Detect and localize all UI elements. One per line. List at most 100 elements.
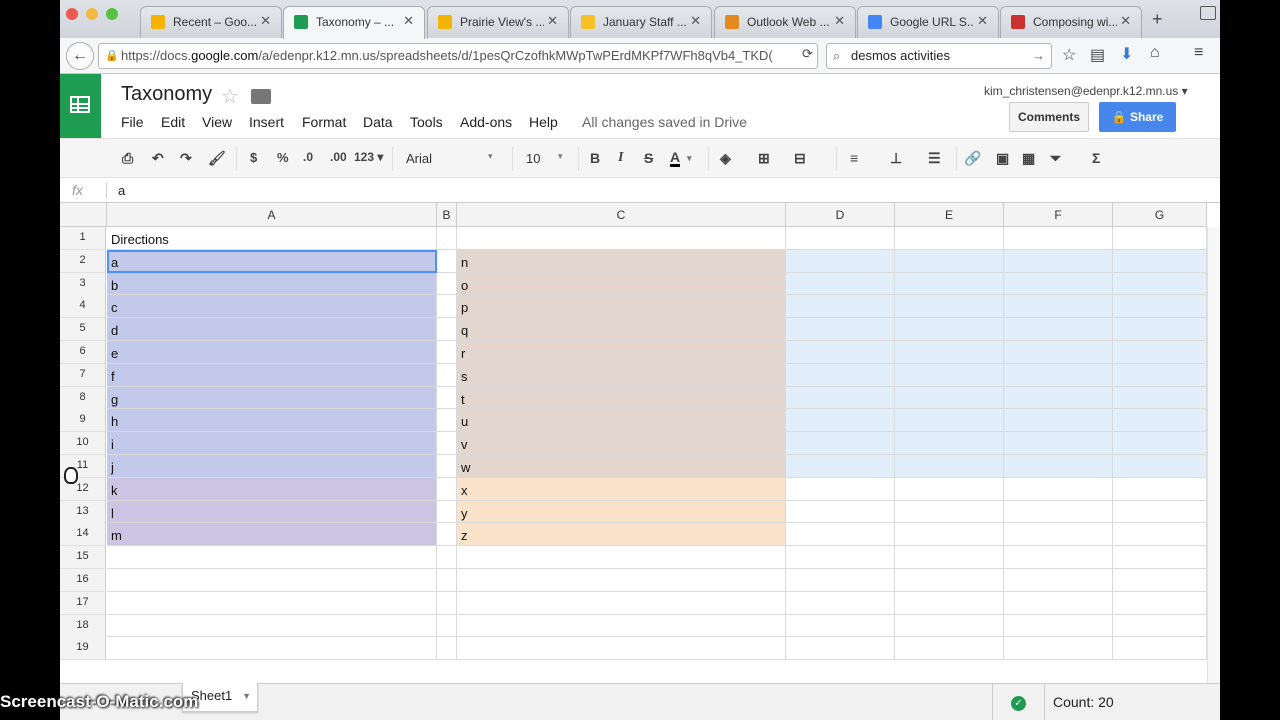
insert-chart-icon[interactable]: ▦: [1022, 150, 1035, 167]
percent-format-button[interactable]: %: [277, 150, 289, 165]
cell-e8[interactable]: [895, 386, 1004, 410]
cell-f16[interactable]: [1004, 569, 1113, 592]
cell-f4[interactable]: [1004, 295, 1113, 319]
cell-d2[interactable]: [786, 249, 895, 273]
cell-c1[interactable]: [457, 227, 786, 250]
vertical-scrollbar[interactable]: [1207, 227, 1220, 683]
cell-g14[interactable]: [1113, 523, 1207, 547]
new-tab-icon[interactable]: +: [1152, 9, 1163, 30]
cell-f15[interactable]: [1004, 546, 1113, 569]
cell-f8[interactable]: [1004, 386, 1113, 410]
cell-f3[interactable]: [1004, 272, 1113, 296]
row-header[interactable]: 17: [60, 591, 106, 615]
cell-e7[interactable]: [895, 363, 1004, 387]
cell-b14[interactable]: [437, 523, 457, 547]
row-header[interactable]: 15: [60, 546, 106, 570]
select-all-corner[interactable]: [60, 203, 107, 227]
row-header[interactable]: 16: [60, 569, 106, 592]
cell-c4[interactable]: p: [457, 295, 786, 319]
column-header-g[interactable]: G: [1113, 203, 1207, 227]
cell-c19[interactable]: [457, 637, 786, 661]
cell-e6[interactable]: [895, 341, 1004, 364]
cell-b15[interactable]: [437, 546, 457, 569]
cell-a2[interactable]: a: [107, 249, 437, 273]
cell-f1[interactable]: [1004, 227, 1113, 250]
cell-a18[interactable]: [107, 614, 437, 638]
cell-d9[interactable]: [786, 409, 895, 433]
close-window-icon[interactable]: [66, 8, 78, 20]
cell-c17[interactable]: [457, 591, 786, 615]
menu-edit[interactable]: Edit: [161, 114, 185, 130]
cell-b5[interactable]: [437, 318, 457, 341]
star-icon[interactable]: ☆: [221, 84, 239, 109]
column-header-d[interactable]: D: [786, 203, 895, 227]
download-icon[interactable]: ⬇: [1120, 44, 1133, 64]
cell-b4[interactable]: [437, 295, 457, 319]
cell-d5[interactable]: [786, 318, 895, 341]
sheets-logo-icon[interactable]: [60, 74, 101, 138]
cell-g13[interactable]: [1113, 500, 1207, 524]
minimize-window-icon[interactable]: [86, 8, 98, 20]
cell-d11[interactable]: [786, 455, 895, 478]
bookmark-star-icon[interactable]: ☆: [1062, 45, 1076, 65]
cell-g4[interactable]: [1113, 295, 1207, 319]
row-header[interactable]: 8: [60, 386, 106, 410]
cell-e16[interactable]: [895, 569, 1004, 592]
cell-e3[interactable]: [895, 272, 1004, 296]
cell-b6[interactable]: [437, 341, 457, 364]
cell-b10[interactable]: [437, 432, 457, 455]
cell-f17[interactable]: [1004, 591, 1113, 615]
cell-a12[interactable]: k: [107, 477, 437, 501]
cell-b12[interactable]: [437, 477, 457, 501]
reload-icon[interactable]: ⟳: [802, 46, 813, 62]
cell-g15[interactable]: [1113, 546, 1207, 569]
cell-d16[interactable]: [786, 569, 895, 592]
cell-g18[interactable]: [1113, 614, 1207, 638]
search-go-icon[interactable]: →: [1032, 44, 1045, 68]
maximize-window-icon[interactable]: [106, 8, 118, 20]
insert-link-icon[interactable]: 🔗: [964, 150, 981, 167]
formula-input[interactable]: a: [118, 183, 125, 198]
cell-e17[interactable]: [895, 591, 1004, 615]
cell-d7[interactable]: [786, 363, 895, 387]
column-header-e[interactable]: E: [895, 203, 1004, 227]
menu-addons[interactable]: Add-ons: [460, 114, 512, 130]
row-header[interactable]: 9: [60, 409, 106, 433]
browser-tab-7[interactable]: Composing wi... ✕: [1000, 6, 1142, 38]
column-header-f[interactable]: F: [1004, 203, 1113, 227]
close-tab-icon[interactable]: ✕: [977, 13, 988, 29]
text-wrap-icon[interactable]: ☰: [928, 150, 941, 167]
cell-b16[interactable]: [437, 569, 457, 592]
cell-f14[interactable]: [1004, 523, 1113, 547]
cell-b18[interactable]: [437, 614, 457, 638]
cell-g2[interactable]: [1113, 249, 1207, 273]
cell-b2[interactable]: [437, 249, 457, 273]
cell-g9[interactable]: [1113, 409, 1207, 433]
folder-icon[interactable]: [251, 89, 271, 104]
selection-count[interactable]: Count: 20: [1053, 694, 1114, 710]
close-tab-icon[interactable]: ✕: [1120, 13, 1131, 29]
home-icon[interactable]: ⌂: [1150, 44, 1160, 62]
menu-data[interactable]: Data: [363, 114, 393, 130]
cell-e18[interactable]: [895, 614, 1004, 638]
cell-a19[interactable]: [107, 637, 437, 661]
cell-a8[interactable]: g: [107, 386, 437, 410]
cell-g3[interactable]: [1113, 272, 1207, 296]
cell-g17[interactable]: [1113, 591, 1207, 615]
cell-b19[interactable]: [437, 637, 457, 661]
increase-decimal-button[interactable]: .00: [330, 150, 347, 164]
browser-tab-5[interactable]: Outlook Web ... ✕: [714, 6, 856, 38]
cell-c11[interactable]: w: [457, 455, 786, 478]
cell-g16[interactable]: [1113, 569, 1207, 592]
cell-d14[interactable]: [786, 523, 895, 547]
cell-d15[interactable]: [786, 546, 895, 569]
cell-e12[interactable]: [895, 477, 1004, 501]
cell-b9[interactable]: [437, 409, 457, 433]
profile-icon[interactable]: [1200, 6, 1216, 20]
cell-g5[interactable]: [1113, 318, 1207, 341]
merge-cells-icon[interactable]: ⊟: [794, 150, 806, 167]
row-header[interactable]: 7: [60, 363, 106, 387]
column-header-b[interactable]: B: [437, 203, 457, 227]
menu-icon[interactable]: ≡: [1194, 44, 1203, 62]
menu-format[interactable]: Format: [302, 114, 346, 130]
